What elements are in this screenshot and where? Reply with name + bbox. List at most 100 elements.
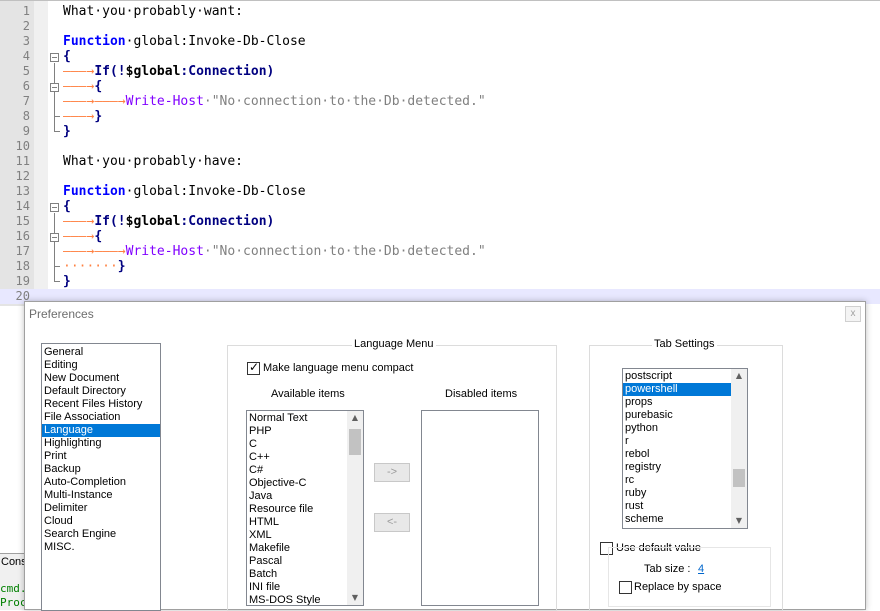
scroll-thumb[interactable]: [349, 429, 361, 455]
category-list[interactable]: General Editing New Document Default Dir…: [41, 343, 161, 611]
fold-toggle-icon[interactable]: [50, 83, 59, 92]
category-item-delimiter[interactable]: Delimiter: [42, 502, 160, 515]
category-item-general[interactable]: General: [42, 346, 160, 359]
list-item[interactable]: props: [623, 396, 747, 409]
category-item-editing[interactable]: Editing: [42, 359, 160, 372]
code-line[interactable]: 17 ———→———→Write-Host·"No·connection·to·…: [0, 244, 880, 259]
category-item-highlighting[interactable]: Highlighting: [42, 437, 160, 450]
code-line[interactable]: 12: [0, 169, 880, 184]
category-item-search-engine[interactable]: Search Engine: [42, 528, 160, 541]
replace-by-space-label[interactable]: Replace by space: [634, 581, 721, 593]
tab-marker: ———→: [63, 94, 95, 109]
console-tab[interactable]: Cons: [0, 556, 27, 568]
list-item[interactable]: XML: [247, 529, 363, 542]
fold-toggle-icon[interactable]: [50, 203, 59, 212]
line-number: 19: [15, 274, 30, 288]
compact-menu-checkbox[interactable]: [247, 360, 260, 375]
fold-guide: [54, 213, 55, 281]
list-item[interactable]: scheme: [623, 513, 747, 526]
list-item[interactable]: r: [623, 435, 747, 448]
scroll-down-icon[interactable]: ▼: [347, 591, 363, 605]
list-item[interactable]: rc: [623, 474, 747, 487]
code-line[interactable]: 19 }: [0, 274, 880, 289]
code-editor[interactable]: 1 What·you·probably·want: 2 3 Function·g…: [0, 0, 880, 306]
fold-toggle-icon[interactable]: [50, 233, 59, 242]
compact-menu-label[interactable]: Make language menu compact: [263, 362, 413, 374]
line-number: 11: [15, 154, 30, 168]
category-item-cloud[interactable]: Cloud: [42, 515, 160, 528]
list-item[interactable]: Makefile: [247, 542, 363, 555]
move-right-button[interactable]: ->: [374, 463, 410, 482]
category-item-recent-files-history[interactable]: Recent Files History: [42, 398, 160, 411]
list-item[interactable]: ruby: [623, 487, 747, 500]
list-item[interactable]: Objective-C: [247, 477, 363, 490]
code-line[interactable]: 8 ———→}: [0, 109, 880, 124]
code-line[interactable]: 13 Function·global:Invoke-Db-Close: [0, 184, 880, 199]
list-item[interactable]: C#: [247, 464, 363, 477]
close-button[interactable]: x: [845, 306, 861, 322]
tab-marker: ———→: [63, 79, 95, 94]
list-item[interactable]: INI file: [247, 581, 363, 594]
list-item[interactable]: MS-DOS Style: [247, 594, 363, 605]
category-item-auto-completion[interactable]: Auto-Completion: [42, 476, 160, 489]
code-line[interactable]: 18 ·······}: [0, 259, 880, 274]
list-item[interactable]: Java: [247, 490, 363, 503]
code-line[interactable]: 10: [0, 139, 880, 154]
category-item-default-directory[interactable]: Default Directory: [42, 385, 160, 398]
list-item[interactable]: Resource file: [247, 503, 363, 516]
code-line[interactable]: 16 ———→{: [0, 229, 880, 244]
category-item-file-association[interactable]: File Association: [42, 411, 160, 424]
list-item[interactable]: registry: [623, 461, 747, 474]
list-item[interactable]: C++: [247, 451, 363, 464]
list-item[interactable]: Normal Text: [247, 412, 363, 425]
code-line[interactable]: 14 {: [0, 199, 880, 214]
replace-by-space-checkbox[interactable]: [619, 581, 632, 594]
code-line[interactable]: 7 ———→———→Write-Host·"No·connection·to·t…: [0, 94, 880, 109]
list-item-selected[interactable]: powershell: [623, 383, 747, 396]
scroll-thumb[interactable]: [733, 469, 745, 487]
scroll-down-icon[interactable]: ▼: [731, 514, 747, 528]
disabled-items-title: Disabled items: [445, 388, 518, 400]
scroll-up-icon[interactable]: ▲: [731, 369, 747, 383]
code-line[interactable]: 2: [0, 19, 880, 34]
available-items-list[interactable]: Normal Text PHP C C++ C# Objective-C Jav…: [246, 410, 364, 606]
line-number: 17: [15, 244, 30, 258]
list-item[interactable]: rebol: [623, 448, 747, 461]
list-item[interactable]: Pascal: [247, 555, 363, 568]
category-item-language[interactable]: Language: [42, 424, 160, 437]
code-line[interactable]: 4 {: [0, 49, 880, 64]
code-line[interactable]: 11 What·you·probably·have:: [0, 154, 880, 169]
category-item-new-document[interactable]: New Document: [42, 372, 160, 385]
code-line[interactable]: 9 }: [0, 124, 880, 139]
move-left-button[interactable]: <-: [374, 513, 410, 532]
scrollbar[interactable]: ▲ ▼: [347, 411, 363, 605]
list-item[interactable]: purebasic: [623, 409, 747, 422]
list-item[interactable]: PHP: [247, 425, 363, 438]
list-item[interactable]: Batch: [247, 568, 363, 581]
fold-end-marker: [54, 266, 60, 267]
category-item-misc[interactable]: MISC.: [42, 541, 160, 554]
fold-toggle-icon[interactable]: [50, 53, 59, 62]
category-item-multi-instance[interactable]: Multi-Instance: [42, 489, 160, 502]
list-item[interactable]: rust: [623, 500, 747, 513]
code-line[interactable]: 6 ———→{: [0, 79, 880, 94]
code-line[interactable]: 1 What·you·probably·want:: [0, 4, 880, 19]
tab-size-value-link[interactable]: 4: [698, 563, 704, 575]
tab-marker: ———→: [94, 244, 126, 259]
scrollbar[interactable]: ▲ ▼: [731, 369, 747, 528]
code-line[interactable]: 15 ———→If(!$global:Connection): [0, 214, 880, 229]
list-item[interactable]: python: [623, 422, 747, 435]
list-item[interactable]: HTML: [247, 516, 363, 529]
language-tab-list[interactable]: postscript powershell props purebasic py…: [622, 368, 748, 529]
disabled-items-list[interactable]: [421, 410, 539, 606]
code-line[interactable]: 3 Function·global:Invoke-Db-Close: [0, 34, 880, 49]
tab-marker: ———→: [63, 64, 95, 79]
list-item[interactable]: C: [247, 438, 363, 451]
category-item-print[interactable]: Print: [42, 450, 160, 463]
code-line[interactable]: 5 ———→If(!$global:Connection): [0, 64, 880, 79]
list-item[interactable]: postscript: [623, 370, 747, 383]
close-brace: }: [63, 274, 71, 289]
category-item-backup[interactable]: Backup: [42, 463, 160, 476]
fold-end-marker: [54, 131, 60, 132]
scroll-up-icon[interactable]: ▲: [347, 411, 363, 425]
